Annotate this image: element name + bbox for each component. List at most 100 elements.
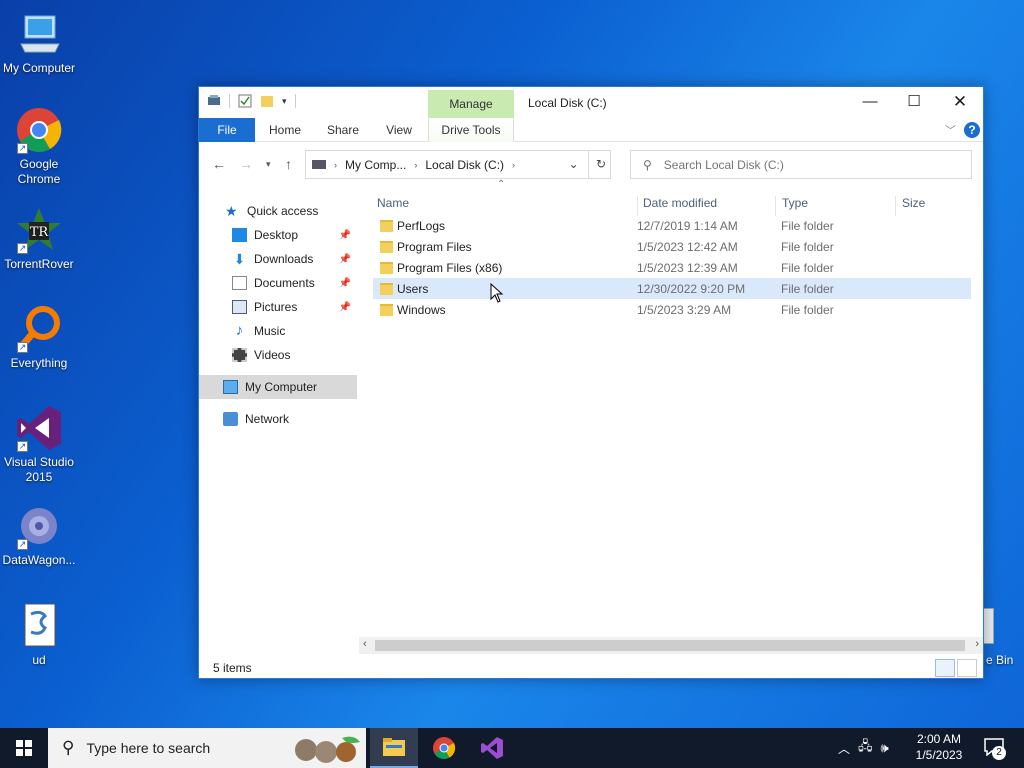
quick-access-toolbar: ▾: [207, 94, 296, 108]
table-row[interactable]: Program Files 1/5/2023 12:42 AM File fol…: [373, 236, 971, 257]
nav-music[interactable]: ♪ Music: [199, 319, 357, 343]
scroll-left-icon[interactable]: ‹: [363, 638, 367, 650]
nav-documents[interactable]: Documents 📌: [199, 271, 357, 295]
network-icon[interactable]: 🖧: [858, 737, 873, 759]
everything-search-icon: ↗: [15, 305, 63, 353]
desktop-icon-my-computer[interactable]: My Computer: [0, 10, 78, 76]
explorer-window[interactable]: ▾ Manage Local Disk (C:) — ☐ ✕ File Home…: [198, 86, 984, 679]
breadcrumb-chevron-icon[interactable]: ›: [512, 160, 515, 170]
expand-ribbon-icon[interactable]: ﹀: [945, 122, 956, 138]
desktop-icon-ud[interactable]: ud: [0, 602, 78, 668]
pin-icon[interactable]: 📌: [339, 278, 351, 289]
shortcut-arrow-icon: ↗: [17, 143, 28, 154]
customize-qat-icon[interactable]: ▾: [282, 96, 287, 107]
desktop-icon-label: Everything: [10, 356, 68, 370]
desktop-icon-datawagon[interactable]: ↗ DataWagon...: [0, 502, 78, 568]
desktop-icon-everything[interactable]: ↗ Everything: [0, 305, 78, 371]
visual-studio-icon: ↗: [15, 404, 63, 452]
nav-downloads[interactable]: ⬇ Downloads 📌: [199, 247, 357, 271]
tab-share[interactable]: Share: [321, 118, 365, 142]
desktop-icon-label: DataWagon...: [2, 553, 76, 567]
file-type: File folder: [781, 218, 834, 233]
tab-home[interactable]: Home: [263, 118, 307, 142]
file-name: Windows: [397, 302, 446, 317]
search-input[interactable]: [663, 157, 944, 172]
column-header-date[interactable]: Date modified: [637, 196, 777, 216]
clock-time: 2:00 AM: [916, 732, 962, 746]
search-box[interactable]: ⚲: [630, 150, 972, 179]
scrollbar-thumb[interactable]: [375, 640, 965, 651]
minimize-button[interactable]: —: [847, 87, 893, 117]
tab-view[interactable]: View: [379, 118, 419, 142]
help-icon[interactable]: ?: [964, 122, 980, 138]
taskbar-clock[interactable]: 2:00 AM 1/5/2023: [906, 731, 972, 763]
nav-network[interactable]: Network: [199, 407, 357, 431]
star-icon: ★: [225, 203, 238, 219]
tab-manage[interactable]: Manage: [428, 90, 514, 118]
breadcrumb-chevron-icon[interactable]: ›: [414, 160, 417, 170]
taskbar-visual-studio[interactable]: [468, 728, 516, 768]
horizontal-scrollbar[interactable]: ‹ ›: [359, 637, 983, 654]
address-dropdown-icon[interactable]: ⌄: [561, 150, 586, 179]
pin-icon[interactable]: 📌: [339, 302, 351, 313]
close-button[interactable]: ✕: [937, 87, 983, 117]
navigation-pane: ★ Quick access Desktop 📌 ⬇ Downloads 📌 D…: [199, 187, 357, 657]
nav-label: Network: [245, 412, 290, 426]
folder-icon: [380, 303, 393, 316]
scroll-right-icon[interactable]: ›: [975, 638, 979, 650]
tab-drive-tools[interactable]: Drive Tools: [428, 118, 514, 142]
datawagon-icon: ↗: [15, 502, 63, 550]
new-folder-icon[interactable]: [260, 94, 274, 108]
table-row[interactable]: PerfLogs 12/7/2019 1:14 AM File folder: [373, 215, 971, 236]
up-button[interactable]: ↑: [285, 156, 292, 172]
pin-icon[interactable]: 📌: [339, 230, 351, 241]
recent-locations-icon[interactable]: ▾: [266, 159, 271, 170]
tab-file[interactable]: File: [199, 118, 255, 142]
mouse-cursor-icon: [490, 283, 504, 303]
volume-icon[interactable]: 🕪: [881, 740, 889, 756]
column-header-type[interactable]: Type: [775, 196, 893, 216]
nav-my-computer[interactable]: My Computer: [199, 375, 357, 399]
nav-quick-access[interactable]: ★ Quick access: [199, 199, 357, 223]
breadcrumb-chevron-icon[interactable]: ›: [334, 160, 337, 170]
start-button[interactable]: [0, 728, 48, 768]
maximize-button[interactable]: ☐: [891, 87, 937, 117]
videos-icon: [232, 348, 247, 362]
refresh-button[interactable]: ↻: [588, 150, 613, 179]
desktop-icon-recycle-bin[interactable]: e Bin: [980, 604, 1024, 674]
pin-icon[interactable]: 📌: [339, 254, 351, 265]
properties-icon[interactable]: [238, 94, 252, 108]
desktop-icon-torrentrover[interactable]: TR ↗ TorrentRover: [0, 206, 78, 272]
taskbar-chrome[interactable]: [420, 728, 468, 768]
table-row-selected[interactable]: Users 12/30/2022 9:20 PM File folder: [373, 278, 971, 299]
nav-desktop[interactable]: Desktop 📌: [199, 223, 357, 247]
desktop-icon-label: e Bin: [986, 653, 1014, 667]
column-header-name[interactable]: Name: [377, 196, 631, 216]
chrome-icon: ↗: [15, 106, 63, 154]
documents-icon: [232, 276, 247, 290]
details-view-button[interactable]: [935, 659, 955, 677]
forward-button[interactable]: →: [239, 156, 253, 172]
desktop-icon-google-chrome[interactable]: ↗ Google Chrome: [0, 106, 78, 187]
title-bar[interactable]: ▾ Manage Local Disk (C:) — ☐ ✕: [199, 87, 983, 118]
back-button[interactable]: ←: [212, 156, 226, 172]
desktop-icon-visual-studio[interactable]: ↗ Visual Studio 2015: [0, 404, 78, 485]
taskbar-file-explorer[interactable]: [370, 728, 418, 768]
nav-pictures[interactable]: Pictures 📌: [199, 295, 357, 319]
table-row[interactable]: Program Files (x86) 1/5/2023 12:39 AM Fi…: [373, 257, 971, 278]
large-icons-view-button[interactable]: [957, 659, 977, 677]
column-header-size[interactable]: Size: [895, 196, 973, 216]
taskbar: ⚲ Type here to search ︿ 🖧 🕪 2:00 AM 1/5/…: [0, 728, 1024, 768]
shortcut-arrow-icon: ↗: [17, 342, 28, 353]
nav-videos[interactable]: Videos: [199, 343, 357, 367]
taskbar-search-box[interactable]: ⚲ Type here to search: [48, 728, 366, 768]
downloads-icon: ⬇: [233, 251, 246, 267]
search-highlight-icon: [295, 736, 360, 763]
file-type: File folder: [781, 302, 834, 317]
show-hidden-icons-icon[interactable]: ︿: [838, 740, 850, 757]
notification-center-button[interactable]: 2: [978, 728, 1022, 768]
table-row[interactable]: Windows 1/5/2023 3:29 AM File folder: [373, 299, 971, 320]
breadcrumb-local-disk[interactable]: Local Disk (C:): [425, 158, 504, 172]
explorer-app-icon[interactable]: [207, 94, 221, 108]
breadcrumb-my-computer[interactable]: My Comp...: [345, 158, 406, 172]
